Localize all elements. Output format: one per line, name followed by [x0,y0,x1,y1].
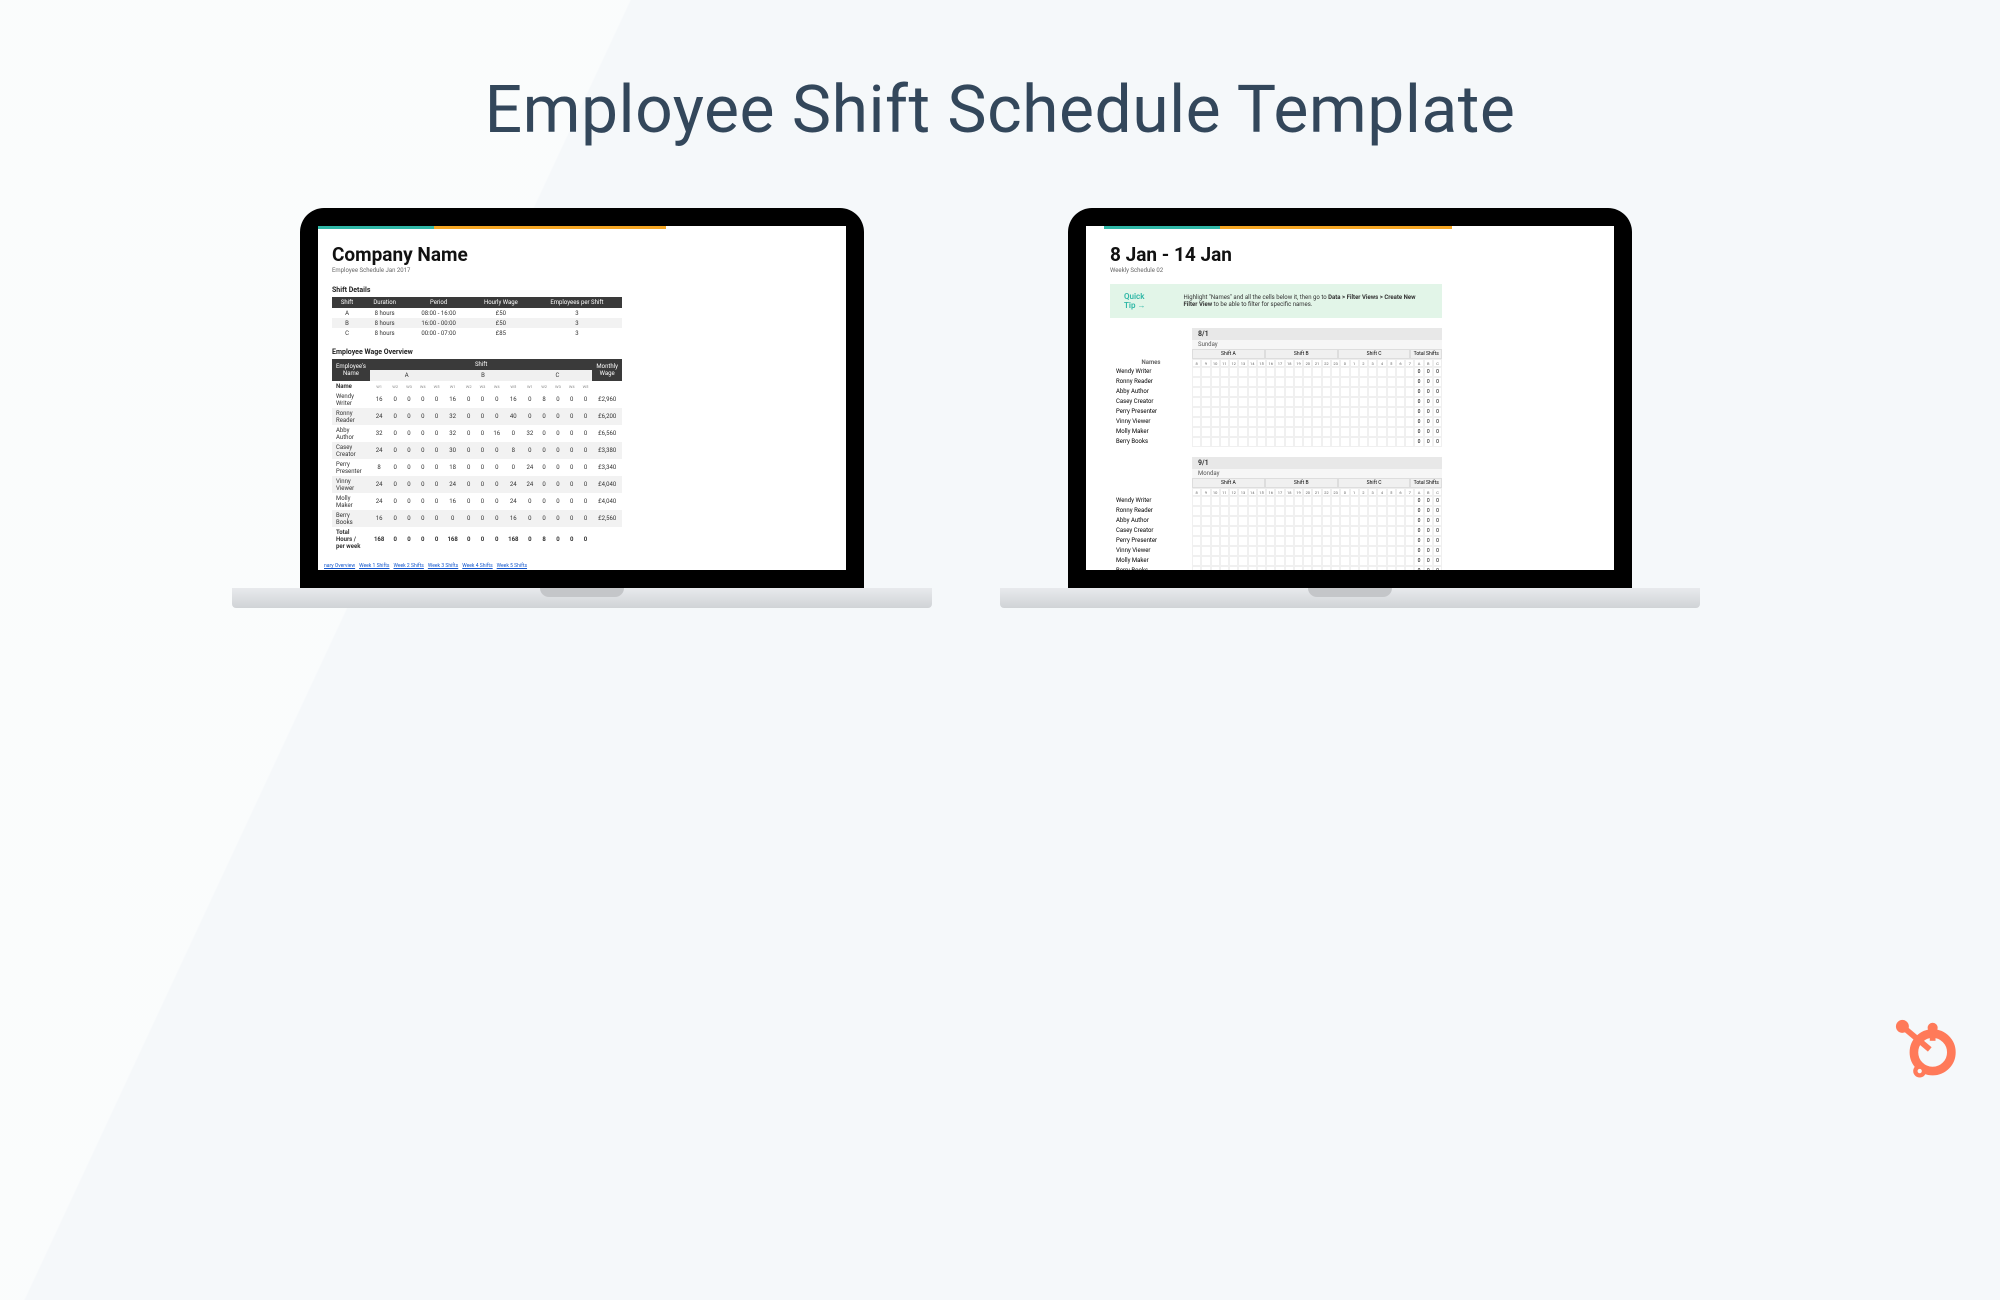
shift-details-table: ShiftDurationPeriodHourly WageEmployees … [332,297,622,338]
wage-overview-table: Employee's Name Shift Monthly Wage ABC N… [332,359,622,551]
hubspot-logo-icon [1888,1012,1960,1084]
left-spreadsheet: Company Name Employee Schedule Jan 2017 … [318,226,846,570]
sheet-tabs[interactable]: nary Overview Week 1 Shifts Week 2 Shifts W… [318,562,846,570]
sheet-tab[interactable]: Week 1 Shifts [359,563,389,569]
col-shift: Shift [370,359,592,370]
schedule-subtitle: Employee Schedule Jan 2017 [332,267,832,274]
weekly-subtitle: Weekly Schedule 02 [1110,267,1600,274]
tip-text: Highlight "Names" and all the cells belo… [1184,294,1428,308]
col-name: Employee's Name [332,359,370,381]
sheet-tab[interactable]: Week 5 Shifts [497,563,527,569]
tip-label: Quick Tip → [1124,292,1154,310]
col-monthly: Monthly Wage [592,359,622,381]
laptop-right: 8 Jan - 14 Jan Weekly Schedule 02 Quick … [1068,208,1700,608]
sheet-tab[interactable]: nary Overview [324,563,355,569]
sheet-tab[interactable]: Week 2 Shifts [393,563,423,569]
shift-details-heading: Shift Details [332,286,832,294]
sheet-tab[interactable]: Week 4 Shifts [462,563,492,569]
sheet-tab[interactable]: Week 3 Shifts [428,563,458,569]
laptop-left: Company Name Employee Schedule Jan 2017 … [300,208,932,608]
company-title: Company Name [332,243,832,266]
date-range-title: 8 Jan - 14 Jan [1110,243,1600,266]
page-title: Employee Shift Schedule Template [0,72,2000,149]
wage-overview-heading: Employee Wage Overview [332,348,832,356]
right-spreadsheet: 8 Jan - 14 Jan Weekly Schedule 02 Quick … [1086,226,1614,570]
quick-tip: Quick Tip → Highlight "Names" and all th… [1110,284,1442,318]
